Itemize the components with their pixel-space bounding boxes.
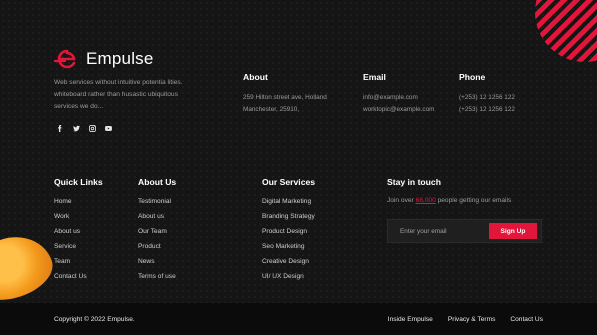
about-link-our-team[interactable]: Our Team <box>138 224 176 239</box>
stay-text-after: people getting our emails <box>435 197 512 204</box>
email-line2[interactable]: worktopic@example.com <box>363 104 434 116</box>
brand-logo-icon <box>53 48 80 70</box>
bottom-bar: Copyright © 2022 Empulse. Inside Empulse… <box>0 303 597 335</box>
stay-text-before: Join over <box>387 197 416 204</box>
about-address-line2: Manchester, 25910, <box>243 106 300 113</box>
quick-links-list: Home Work About us Service Team Contact … <box>54 194 87 284</box>
youtube-icon[interactable] <box>104 124 112 132</box>
about-us-title: About Us <box>138 177 177 187</box>
email-title: Email <box>363 72 386 82</box>
about-us-list: Testimonial About us Our Team Product Ne… <box>138 194 176 284</box>
quick-link-about-us[interactable]: About us <box>54 224 87 239</box>
bottom-link-contact-us[interactable]: Contact Us <box>510 316 543 323</box>
stay-in-touch-title: Stay in touch <box>387 177 441 187</box>
about-link-testimonial[interactable]: Testimonial <box>138 194 176 209</box>
quick-link-team[interactable]: Team <box>54 254 87 269</box>
quick-link-service[interactable]: Service <box>54 239 87 254</box>
about-title: About <box>243 72 268 82</box>
about-link-news[interactable]: News <box>138 254 176 269</box>
subscriber-count: 68,000 <box>415 197 436 204</box>
bottom-link-inside-empulse[interactable]: Inside Empulse <box>388 316 433 323</box>
decorative-striped-circle <box>535 0 597 62</box>
phone-line1[interactable]: (+253) 12 1256 122 <box>459 92 515 104</box>
phone-line2[interactable]: (+253) 12 1256 122 <box>459 104 515 116</box>
newsletter-email-input[interactable] <box>388 220 489 242</box>
service-link-creative-design[interactable]: Creative Design <box>262 254 315 269</box>
instagram-icon[interactable] <box>88 124 96 132</box>
footer-main: Empulse Web services without intuitive p… <box>0 0 597 303</box>
social-links <box>56 124 112 132</box>
service-link-branding[interactable]: Branding Strategy <box>262 209 315 224</box>
copyright-text: Copyright © 2022 Empulse. <box>54 316 135 323</box>
stay-in-touch-text: Join over 68,000 people getting our emai… <box>387 197 511 204</box>
about-link-product[interactable]: Product <box>138 239 176 254</box>
sign-up-button[interactable]: Sign Up <box>489 223 537 239</box>
service-link-ui-ux[interactable]: UI/ UX Design <box>262 269 315 284</box>
brand-name: Empulse <box>86 49 154 68</box>
twitter-icon[interactable] <box>72 124 80 132</box>
email-line1[interactable]: info@example.com <box>363 92 418 104</box>
quick-links-title: Quick Links <box>54 177 103 187</box>
service-link-seo[interactable]: Seo Marketing <box>262 239 315 254</box>
newsletter-form: Sign Up <box>387 219 542 243</box>
bottom-links: Inside Empulse Privacy & Terms Contact U… <box>388 316 543 323</box>
services-title: Our Services <box>262 177 316 187</box>
service-link-digital-marketing[interactable]: Digital Marketing <box>262 194 315 209</box>
service-link-product-design[interactable]: Product Design <box>262 224 315 239</box>
quick-link-contact-us[interactable]: Contact Us <box>54 269 87 284</box>
brand-description: Web services without intuitive potentia … <box>54 79 183 110</box>
about-address-line1: 259 Hilton street ave, Holland <box>243 94 327 101</box>
services-list: Digital Marketing Branding Strategy Prod… <box>262 194 315 284</box>
about-link-terms[interactable]: Terms of use <box>138 269 176 284</box>
facebook-icon[interactable] <box>56 124 64 132</box>
decorative-fruit-image <box>0 226 60 303</box>
bottom-link-privacy-terms[interactable]: Privacy & Terms <box>448 316 496 323</box>
about-link-about-us[interactable]: About us <box>138 209 176 224</box>
quick-link-home[interactable]: Home <box>54 194 87 209</box>
quick-link-work[interactable]: Work <box>54 209 87 224</box>
brand[interactable]: Empulse <box>53 48 154 70</box>
phone-title: Phone <box>459 72 486 82</box>
